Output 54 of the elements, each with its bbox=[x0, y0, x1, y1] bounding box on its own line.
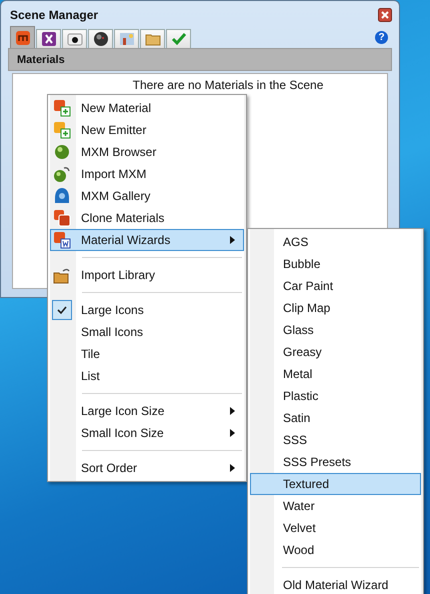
image-icon bbox=[118, 31, 134, 47]
close-icon[interactable] bbox=[378, 8, 392, 22]
menu-item[interactable]: Velvet bbox=[250, 517, 421, 539]
tab[interactable] bbox=[62, 29, 87, 48]
empty-message: There are no Materials in the Scene bbox=[132, 78, 324, 92]
menu-item[interactable]: SSS bbox=[250, 429, 421, 451]
camera-icon bbox=[66, 31, 82, 47]
tab[interactable] bbox=[36, 29, 61, 48]
menu-item[interactable]: Tile bbox=[50, 343, 244, 365]
menu-item[interactable]: MXM Browser bbox=[50, 141, 244, 163]
x-icon bbox=[40, 31, 56, 47]
tab[interactable] bbox=[10, 26, 35, 48]
menu-item[interactable]: Small Icons bbox=[50, 321, 244, 343]
menu-item[interactable]: Car Paint bbox=[250, 275, 421, 297]
menu-item[interactable]: Wood bbox=[250, 539, 421, 561]
menu-item[interactable]: List bbox=[50, 365, 244, 387]
clone-icon bbox=[53, 209, 71, 227]
menu-item[interactable]: Material Wizards bbox=[50, 229, 244, 251]
menu-item[interactable]: Clone Materials bbox=[50, 207, 244, 229]
window-title: Scene Manager bbox=[9, 8, 98, 22]
menu-item[interactable]: SSS Presets bbox=[250, 451, 421, 473]
menu-item[interactable]: Import Library bbox=[50, 264, 244, 286]
menu-item[interactable]: Small Icon Size bbox=[50, 422, 244, 444]
menu-item[interactable]: Old Material Wizard bbox=[250, 574, 421, 594]
menu-item[interactable]: Clip Map bbox=[250, 297, 421, 319]
menu-item[interactable]: AGS bbox=[250, 231, 421, 253]
m-icon bbox=[14, 30, 30, 46]
checkmark-icon bbox=[170, 31, 186, 47]
emitter-add-icon bbox=[53, 121, 71, 139]
menu-item[interactable]: Satin bbox=[250, 407, 421, 429]
wizard-icon bbox=[53, 231, 71, 249]
help-button[interactable]: ? bbox=[375, 31, 388, 44]
menu-item[interactable]: Greasy bbox=[250, 341, 421, 363]
menu-item[interactable]: Plastic bbox=[250, 385, 421, 407]
menu-item[interactable]: Metal bbox=[250, 363, 421, 385]
panel-title: Materials bbox=[17, 54, 65, 66]
menu-item[interactable]: Sort Order bbox=[50, 457, 244, 479]
sphere-icon bbox=[54, 144, 70, 160]
menu-item[interactable]: New Emitter bbox=[50, 119, 244, 141]
sphere-icon bbox=[92, 31, 108, 47]
menu-item[interactable]: Textured bbox=[250, 473, 421, 495]
menu-item[interactable]: New Material bbox=[50, 97, 244, 119]
tab[interactable] bbox=[88, 29, 113, 48]
menu-item[interactable]: Large Icons bbox=[50, 299, 244, 321]
menu-item[interactable]: Import MXM bbox=[50, 163, 244, 185]
menu-item[interactable]: Bubble bbox=[250, 253, 421, 275]
menu-item[interactable]: Large Icon Size bbox=[50, 400, 244, 422]
folder-arrow-icon bbox=[53, 266, 71, 284]
sphere-arrow-icon bbox=[53, 165, 71, 183]
menu-item[interactable]: Glass bbox=[250, 319, 421, 341]
material-add-icon bbox=[53, 99, 71, 117]
menu-item[interactable]: Water bbox=[250, 495, 421, 517]
gallery-icon bbox=[54, 187, 70, 205]
menu-item[interactable]: MXM Gallery bbox=[50, 185, 244, 207]
